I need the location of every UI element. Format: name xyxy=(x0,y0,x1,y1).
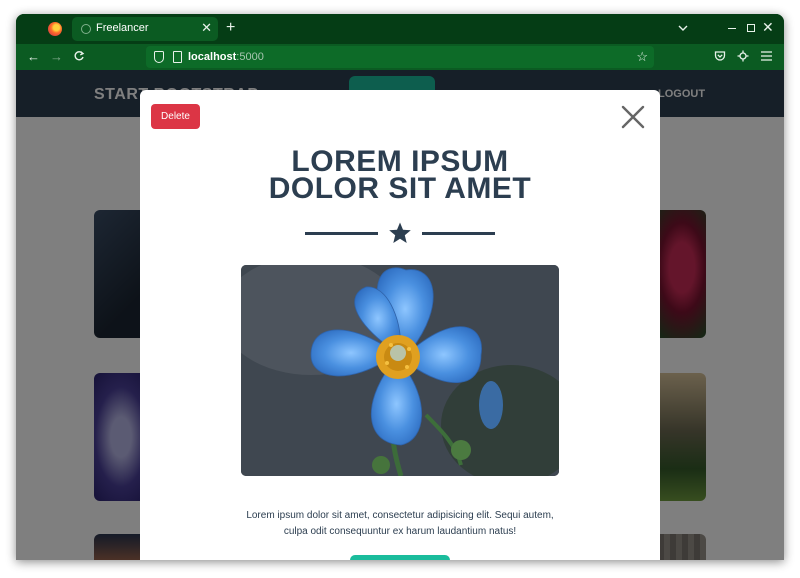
page-viewport: START BOOTSTRAP LOGOUT Delete LOREM IPSU… xyxy=(16,70,784,560)
shield-icon[interactable] xyxy=(154,51,164,63)
browser-window: Freelancer ✕ + ✕ ← → localhost:5000 ☆ De… xyxy=(16,14,784,560)
tab-close-icon[interactable]: ✕ xyxy=(201,20,212,36)
modal-description: Lorem ipsum dolor sit amet, consectetur … xyxy=(246,510,554,537)
close-window-icon[interactable]: ✕ xyxy=(762,19,774,36)
forward-arrow-icon[interactable]: → xyxy=(50,49,63,65)
new-tab-icon[interactable]: + xyxy=(226,19,235,37)
extensions-icon[interactable] xyxy=(737,50,749,62)
tab-title: Freelancer xyxy=(96,22,149,34)
url-bar[interactable]: localhost:5000 ☆ xyxy=(146,46,654,68)
star-icon xyxy=(389,222,411,243)
nav-toolbar: ← → localhost:5000 ☆ xyxy=(16,44,784,70)
url-text[interactable]: localhost:5000 xyxy=(188,51,264,63)
portfolio-modal: Delete LOREM IPSUM DOLOR SIT AMET Lorem … xyxy=(140,90,660,560)
minimize-icon[interactable] xyxy=(728,28,736,29)
divider-line-left xyxy=(305,232,378,235)
delete-button[interactable]: Delete xyxy=(151,104,200,129)
close-icon[interactable] xyxy=(620,104,646,130)
tab-strip: Freelancer ✕ + ✕ xyxy=(16,14,784,44)
maximize-icon[interactable] xyxy=(747,24,755,32)
menu-icon[interactable] xyxy=(761,51,772,61)
firefox-logo-icon xyxy=(48,22,62,36)
modal-title: LOREM IPSUM DOLOR SIT AMET xyxy=(268,145,532,205)
tab-favicon-icon xyxy=(81,24,91,34)
divider-line-right xyxy=(422,232,495,235)
tab-freelancer[interactable]: Freelancer ✕ xyxy=(72,17,218,41)
pocket-icon[interactable] xyxy=(714,50,726,62)
page-icon[interactable] xyxy=(173,51,182,63)
back-arrow-icon[interactable]: ← xyxy=(27,49,40,65)
modal-image-blue-poppy xyxy=(241,265,559,476)
close-window-button[interactable] xyxy=(350,555,450,560)
list-all-tabs-icon[interactable] xyxy=(676,21,690,35)
bookmark-star-icon[interactable]: ☆ xyxy=(636,49,648,65)
reload-icon[interactable] xyxy=(73,50,85,62)
